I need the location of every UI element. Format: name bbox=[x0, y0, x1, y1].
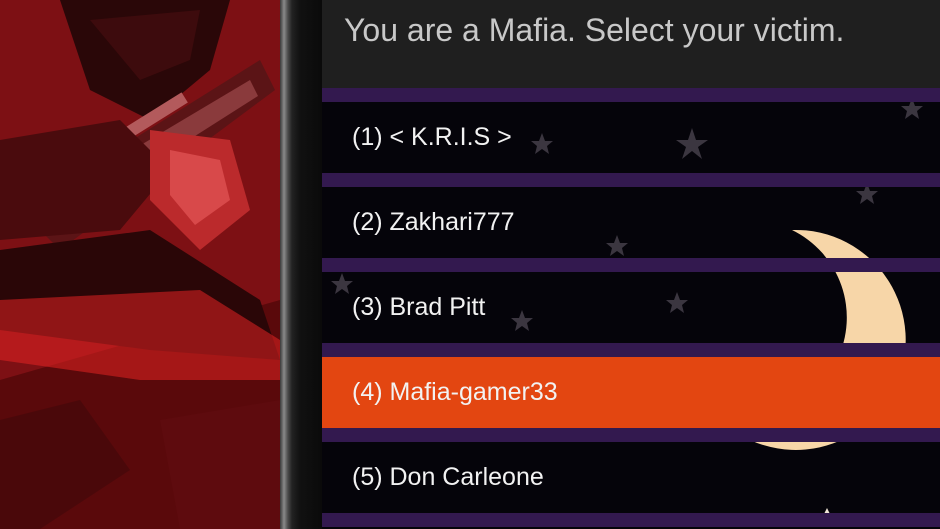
player-option-5[interactable]: (5) Don Carleone bbox=[322, 442, 940, 513]
player-option-3[interactable]: (3) Brad Pitt bbox=[322, 272, 940, 343]
prompt-title: You are a Mafia. Select your victim. bbox=[344, 12, 845, 48]
player-option-2[interactable]: (2) Zakhari777 bbox=[322, 187, 940, 258]
player-label: (3) Brad Pitt bbox=[352, 293, 486, 321]
row-divider bbox=[322, 513, 940, 527]
mafia-artwork bbox=[0, 0, 280, 529]
row-divider bbox=[322, 428, 940, 442]
row-divider bbox=[322, 343, 940, 357]
row-divider bbox=[322, 88, 940, 102]
row-divider bbox=[322, 258, 940, 272]
player-label: (2) Zakhari777 bbox=[352, 208, 515, 236]
game-screen: You are a Mafia. Select your victim. (1)… bbox=[322, 0, 940, 529]
player-option-4-selected[interactable]: (4) Mafia-gamer33 bbox=[322, 357, 940, 428]
prompt-header: You are a Mafia. Select your victim. bbox=[322, 0, 940, 88]
row-divider bbox=[322, 173, 940, 187]
device-bezel bbox=[280, 0, 322, 529]
player-label: (4) Mafia-gamer33 bbox=[352, 378, 558, 406]
player-label: (1) < K.R.I.S > bbox=[352, 123, 512, 151]
player-option-1[interactable]: (1) < K.R.I.S > bbox=[322, 102, 940, 173]
player-label: (5) Don Carleone bbox=[352, 463, 544, 491]
